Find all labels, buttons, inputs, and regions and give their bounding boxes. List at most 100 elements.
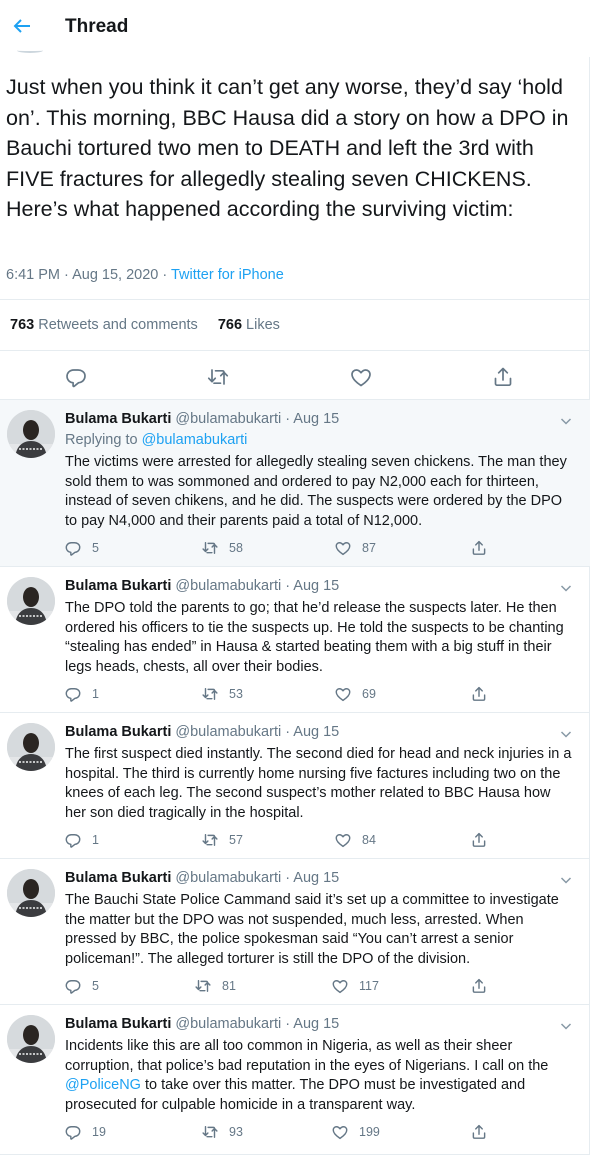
retweets-stat[interactable]: 763 Retweets and comments [10, 317, 198, 333]
avatar[interactable] [7, 410, 55, 458]
retweet-count: 93 [229, 1125, 243, 1139]
divider [0, 350, 590, 351]
avatar[interactable] [7, 1015, 55, 1063]
chevron-down-icon[interactable] [558, 726, 574, 742]
reply-header: Bulama Bukarti @bulamabukarti · Aug 15 [65, 411, 339, 427]
back-arrow-icon[interactable] [10, 14, 34, 38]
like-button[interactable]: 117 [331, 976, 379, 996]
share-button[interactable] [470, 976, 498, 996]
like-button[interactable]: 87 [334, 538, 376, 558]
author-name[interactable]: Bulama Bukarti [65, 1016, 171, 1032]
like-icon [335, 542, 351, 556]
reply-icon[interactable] [64, 365, 88, 389]
author-handle[interactable]: @bulamabukarti · Aug 15 [171, 411, 339, 427]
reply-icon [65, 688, 81, 702]
reply-text: The Bauchi State Police Cammand said it’… [65, 892, 559, 967]
reply-count: 1 [92, 833, 99, 847]
avatar[interactable] [7, 577, 55, 625]
reply-actions: 5 58 87 [0, 538, 590, 558]
share-button[interactable] [470, 538, 498, 558]
reply-icon [65, 542, 81, 556]
author-name[interactable]: Bulama Bukarti [65, 578, 171, 594]
reply-tweet[interactable]: Bulama Bukarti @bulamabukarti · Aug 15 T… [0, 567, 590, 713]
like-button[interactable]: 199 [331, 1122, 380, 1142]
retweet-icon [202, 834, 218, 846]
share-icon [472, 686, 486, 701]
reply-button[interactable]: 5 [64, 538, 99, 558]
retweet-button[interactable]: 93 [201, 1122, 243, 1142]
reply-tweet[interactable]: Bulama Bukarti @bulamabukarti · Aug 15 T… [0, 713, 590, 859]
reply-actions: 19 93 199 [0, 1122, 590, 1142]
reply-count: 5 [92, 979, 99, 993]
retweet-count: 57 [229, 833, 243, 847]
main-tweet-actions [0, 360, 590, 398]
retweet-icon [202, 1126, 218, 1138]
share-button[interactable] [470, 830, 498, 850]
retweet-count: 53 [229, 687, 243, 701]
divider [0, 299, 590, 300]
reply-count: 19 [92, 1125, 106, 1139]
author-name[interactable]: Bulama Bukarti [65, 870, 171, 886]
chevron-down-icon[interactable] [558, 413, 574, 429]
page-title: Thread [65, 16, 129, 37]
reply-text: The DPO told the parents to go; that he’… [65, 600, 564, 675]
retweet-button[interactable]: 57 [201, 830, 243, 850]
reply-actions: 5 81 117 [0, 976, 590, 996]
retweet-icon [202, 542, 218, 554]
replying-to-link[interactable]: @bulamabukarti [142, 432, 248, 448]
share-icon [472, 540, 486, 555]
thread-view: Thread Just when you think it can’t get … [0, 0, 590, 1155]
reply-text: The first suspect died instantly. The se… [65, 746, 572, 821]
author-handle[interactable]: @bulamabukarti · Aug 15 [171, 1016, 339, 1032]
reply-actions: 1 53 69 [0, 684, 590, 704]
retweet-icon [202, 688, 218, 700]
chevron-down-icon[interactable] [558, 1018, 574, 1034]
retweet-button[interactable]: 81 [194, 976, 236, 996]
replying-to: Replying to @bulamabukarti [65, 432, 248, 448]
like-count: 199 [359, 1125, 380, 1139]
likes-stat[interactable]: 766 Likes [218, 317, 280, 333]
share-icon[interactable] [491, 365, 515, 389]
chevron-down-icon[interactable] [558, 872, 574, 888]
avatar-edge [17, 48, 43, 53]
reply-tweet[interactable]: Bulama Bukarti @bulamabukarti · Aug 15 R… [0, 400, 590, 567]
share-icon [472, 978, 486, 993]
reply-button[interactable]: 1 [64, 830, 99, 850]
like-button[interactable]: 84 [334, 830, 376, 850]
avatar[interactable] [7, 869, 55, 917]
reply-tweet[interactable]: Bulama Bukarti @bulamabukarti · Aug 15 I… [0, 1005, 590, 1155]
share-button[interactable] [470, 684, 498, 704]
retweet-button[interactable]: 53 [201, 684, 243, 704]
like-icon[interactable] [349, 365, 373, 389]
like-count: 117 [359, 979, 379, 993]
like-button[interactable]: 69 [334, 684, 376, 704]
tweet-source-link[interactable]: Twitter for iPhone [171, 267, 284, 283]
reply-header: Bulama Bukarti @bulamabukarti · Aug 15 [65, 724, 339, 740]
reply-tweet[interactable]: Bulama Bukarti @bulamabukarti · Aug 15 T… [0, 859, 590, 1005]
author-name[interactable]: Bulama Bukarti [65, 724, 171, 740]
reply-header: Bulama Bukarti @bulamabukarti · Aug 15 [65, 1016, 339, 1032]
reply-text: Incidents like this are all too common i… [65, 1038, 549, 1113]
retweet-count: 58 [229, 541, 243, 555]
reply-button[interactable]: 5 [64, 976, 99, 996]
reply-button[interactable]: 19 [64, 1122, 106, 1142]
reply-count: 5 [92, 541, 99, 555]
author-handle[interactable]: @bulamabukarti · Aug 15 [171, 724, 339, 740]
retweet-button[interactable]: 58 [201, 538, 243, 558]
reply-actions: 1 57 84 [0, 830, 590, 850]
avatar[interactable] [7, 723, 55, 771]
share-icon [472, 1124, 486, 1139]
author-name[interactable]: Bulama Bukarti [65, 411, 171, 427]
reply-header: Bulama Bukarti @bulamabukarti · Aug 15 [65, 578, 339, 594]
mention-link[interactable]: @PoliceNG [65, 1077, 141, 1093]
tweet-time[interactable]: 6:41 PM · Aug 15, 2020 · [6, 267, 171, 283]
reply-icon [65, 980, 81, 994]
author-handle[interactable]: @bulamabukarti · Aug 15 [171, 870, 339, 886]
reply-icon [65, 1126, 81, 1140]
author-handle[interactable]: @bulamabukarti · Aug 15 [171, 578, 339, 594]
share-button[interactable] [470, 1122, 498, 1142]
retweet-icon[interactable] [206, 365, 230, 389]
reply-button[interactable]: 1 [64, 684, 99, 704]
reply-text: The victims were arrested for allegedly … [65, 454, 567, 529]
chevron-down-icon[interactable] [558, 580, 574, 596]
